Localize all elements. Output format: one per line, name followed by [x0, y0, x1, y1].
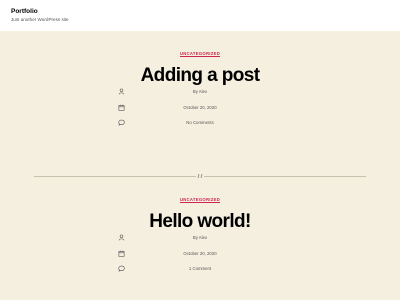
- post-comments-link[interactable]: 1 Comment: [0, 266, 400, 271]
- post-author-link[interactable]: By Alex: [0, 89, 400, 94]
- site-description: Just another WordPress site: [11, 17, 69, 22]
- post-title[interactable]: Adding a post: [0, 66, 400, 85]
- post-date-row: October 20, 2020: [0, 250, 400, 258]
- post-comments-row: 1 Comment: [0, 265, 400, 273]
- post-author-row: By Alex: [0, 234, 400, 242]
- post-comments-link[interactable]: No Comments: [0, 120, 400, 125]
- post-title[interactable]: Hello world!: [0, 212, 400, 231]
- post-comments-row: No Comments: [0, 119, 400, 127]
- post-category-link[interactable]: UNCATEGORIZED: [0, 197, 400, 202]
- post-author-row: By Alex: [0, 88, 400, 96]
- post-date-link[interactable]: October 20, 2020: [0, 251, 400, 256]
- post-author-link[interactable]: By Alex: [0, 235, 400, 240]
- post-category-link[interactable]: UNCATEGORIZED: [0, 51, 400, 56]
- separator-ornament: [196, 173, 204, 179]
- post-date-link[interactable]: October 20, 2020: [0, 105, 400, 110]
- site-header: Portfolio Just another WordPress site: [0, 0, 400, 31]
- post-date-row: October 20, 2020: [0, 104, 400, 112]
- site-title[interactable]: Portfolio: [11, 8, 38, 15]
